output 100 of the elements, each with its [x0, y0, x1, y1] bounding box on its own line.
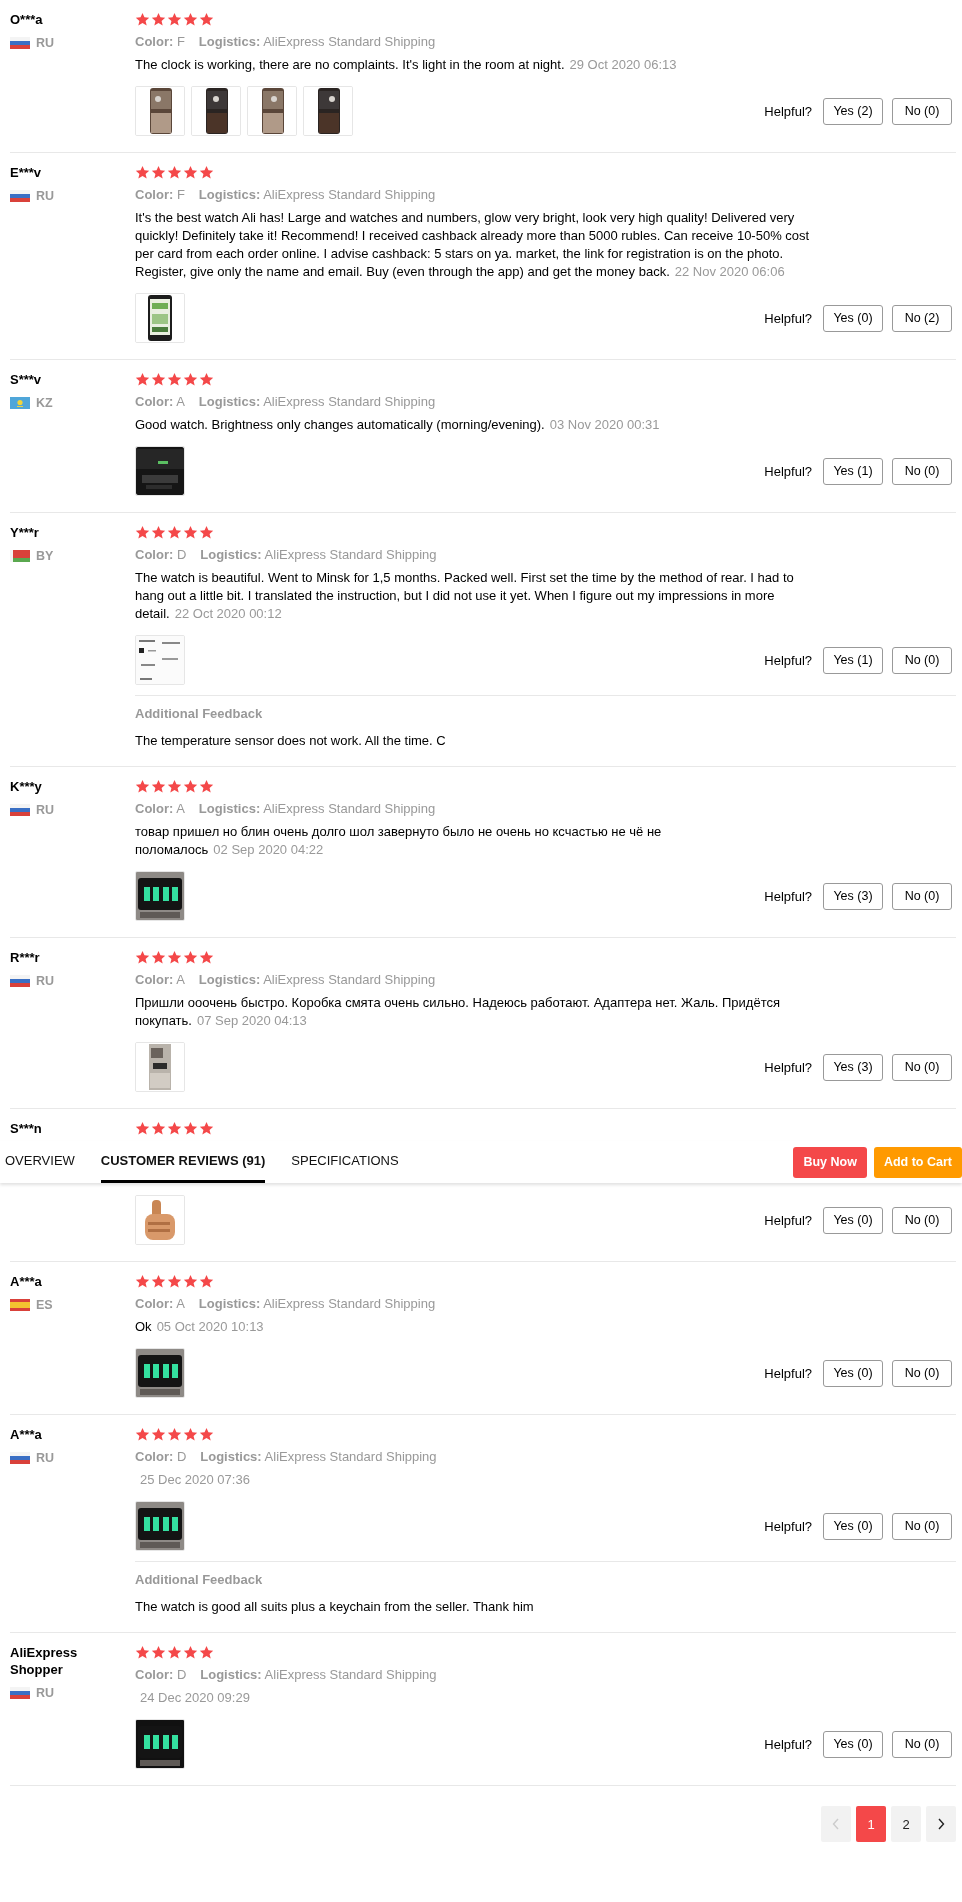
- yes-vote-button[interactable]: Yes (1): [823, 457, 883, 485]
- shipping-info: Logistics: AliExpress Standard Shipping: [198, 186, 436, 204]
- photo-thumbnail[interactable]: [135, 871, 185, 921]
- photo-thumbnail[interactable]: [135, 1719, 185, 1769]
- star-icon: [199, 164, 214, 180]
- helpful-label: Helpful?: [764, 1365, 812, 1381]
- country-code: RU: [36, 974, 55, 988]
- star-icon: [183, 371, 198, 387]
- star-icon: [167, 11, 182, 27]
- star-icon: [135, 1273, 150, 1289]
- star-icon: [183, 778, 198, 794]
- helpful-label: Helpful?: [764, 463, 812, 479]
- helpful-label: Helpful?: [764, 1059, 812, 1075]
- country-code: BY: [36, 549, 54, 563]
- reviewer-name: K***y: [10, 778, 43, 795]
- star-icon: [183, 524, 198, 540]
- star-icon: [151, 1644, 166, 1660]
- star-icon: [199, 1273, 214, 1289]
- star-icon: [167, 1426, 182, 1442]
- star-icon: [199, 949, 214, 965]
- star-icon: [167, 371, 182, 387]
- photo-thumbnail[interactable]: [135, 86, 185, 136]
- no-vote-button[interactable]: No (0): [892, 1053, 952, 1081]
- photo-thumbnail[interactable]: [135, 1042, 185, 1092]
- star-icon: [135, 1644, 150, 1660]
- reviewer-name: S***v: [10, 371, 43, 388]
- photo-thumbnail[interactable]: [303, 86, 353, 136]
- country-code: RU: [36, 1686, 55, 1700]
- no-vote-button[interactable]: No (0): [892, 882, 952, 910]
- photo-thumbnail[interactable]: [135, 1195, 185, 1245]
- star-icon: [151, 524, 166, 540]
- photo-thumbnail[interactable]: [135, 1348, 185, 1398]
- photo-thumbnail[interactable]: [191, 86, 241, 136]
- yes-vote-button[interactable]: Yes (0): [823, 1359, 883, 1387]
- reviewer-name: Y***r: [10, 524, 40, 541]
- star-icon: [151, 1120, 166, 1136]
- star-icon: [183, 1426, 198, 1442]
- yes-vote-button[interactable]: Yes (0): [823, 1206, 883, 1234]
- page-button[interactable]: 1: [856, 1806, 886, 1842]
- variant-info: Color: D: [135, 546, 187, 564]
- variant-info: Color: A: [135, 971, 185, 989]
- buy-now-button[interactable]: Buy Now: [793, 1146, 867, 1178]
- shipping-info: Logistics: AliExpress Standard Shipping: [200, 1666, 437, 1684]
- star-icon: [183, 1644, 198, 1660]
- no-vote-button[interactable]: No (2): [892, 304, 952, 332]
- star-icon: [167, 949, 182, 965]
- no-vote-button[interactable]: No (0): [892, 97, 952, 125]
- star-icon: [167, 164, 182, 180]
- reviewer-name: S***n: [10, 1120, 43, 1137]
- page-button[interactable]: 2: [891, 1806, 921, 1842]
- variant-info: Color: F: [135, 33, 185, 51]
- photo-thumbnail[interactable]: [135, 446, 185, 496]
- no-vote-button[interactable]: No (0): [892, 1359, 952, 1387]
- yes-vote-button[interactable]: Yes (0): [823, 1512, 883, 1540]
- shipping-info: Logistics: AliExpress Standard Shipping: [198, 393, 436, 411]
- yes-vote-button[interactable]: Yes (3): [823, 882, 883, 910]
- photo-thumbnail[interactable]: [135, 1501, 185, 1551]
- yes-vote-button[interactable]: Yes (1): [823, 646, 883, 674]
- star-icon: [183, 11, 198, 27]
- no-vote-button[interactable]: No (0): [892, 457, 952, 485]
- variant-info: Color: F: [135, 186, 185, 204]
- star-icon: [151, 164, 166, 180]
- star-icon: [199, 371, 214, 387]
- yes-vote-button[interactable]: Yes (2): [823, 97, 883, 125]
- yes-vote-button[interactable]: Yes (0): [823, 304, 883, 332]
- chevron-right-icon: [937, 1818, 945, 1830]
- country-code: RU: [36, 36, 55, 50]
- additional-feedback-heading: Additional Feedback: [135, 705, 264, 723]
- photo-thumbnail[interactable]: [247, 86, 297, 136]
- country-code: RU: [36, 1451, 55, 1465]
- review-text: The watch is beautiful. Went to Minsk for 1,5 months. Packed well. First set the time by the method of rear. I had to hang out a little bit. I translated the instruction, but I did not use it yet. When I figure out my impressions in more detail. 22 Oct 2020 00:12: [135, 569, 795, 623]
- review-text: Good watch. Brightness only changes automatically (morning/evening). 03 Nov 2020 00:31: [135, 416, 661, 434]
- additional-feedback-heading: Additional Feedback: [135, 1571, 264, 1589]
- star-icon: [183, 949, 198, 965]
- tab[interactable]: SPECIFICATIONS: [291, 1141, 399, 1183]
- photo-thumbnail[interactable]: [135, 635, 185, 685]
- variant-info: Color: A: [135, 800, 185, 818]
- country-code: RU: [36, 189, 55, 203]
- no-vote-button[interactable]: No (0): [892, 1206, 952, 1234]
- no-vote-button[interactable]: No (0): [892, 646, 952, 674]
- tab[interactable]: OVERVIEW: [5, 1141, 75, 1183]
- additional-feedback-text: The watch is good all suits plus a keychain from the seller. Thank him: [135, 1598, 535, 1616]
- no-vote-button[interactable]: No (0): [892, 1512, 952, 1540]
- star-icon: [183, 1120, 198, 1136]
- photo-thumbnail[interactable]: [135, 293, 185, 343]
- review-text: The clock is working, there are no complaints. It's light in the room at night. 29 Oct 2020 06:13: [135, 56, 678, 74]
- review-text: It's the best watch Ali has! Large and watches and numbers, glow very bright, look very high quality! Delivered very quickly! Definitely take it! Recommend! I received cashback already more than 5000 rubles. Can receive 10-50% cost per card from each order online. I advise cashback: 5 stars on ya. market, the link for registration is on the photo. Register, give only the name and email. Buy (even through the app) and get the money back. 22 Nov 2020 06:06: [135, 209, 811, 281]
- tab[interactable]: CUSTOMER REVIEWS (91): [100, 1141, 266, 1183]
- country-code: KZ: [36, 396, 53, 410]
- review-text: товар пришел но блин очень долго шол завернуто было не очень но ксчастью не чё не поломалось 02 Sep 2020 04:22: [135, 823, 663, 859]
- helpful-label: Helpful?: [764, 1736, 812, 1752]
- star-icon: [135, 1426, 150, 1442]
- yes-vote-button[interactable]: Yes (3): [823, 1053, 883, 1081]
- star-icon: [151, 11, 166, 27]
- no-vote-button[interactable]: No (0): [892, 1730, 952, 1758]
- star-icon: [199, 778, 214, 794]
- chevron-left-icon: [832, 1818, 840, 1830]
- yes-vote-button[interactable]: Yes (0): [823, 1730, 883, 1758]
- review-date: 24 Dec 2020 09:29: [140, 1690, 250, 1705]
- variant-info: Color: A: [135, 393, 185, 411]
